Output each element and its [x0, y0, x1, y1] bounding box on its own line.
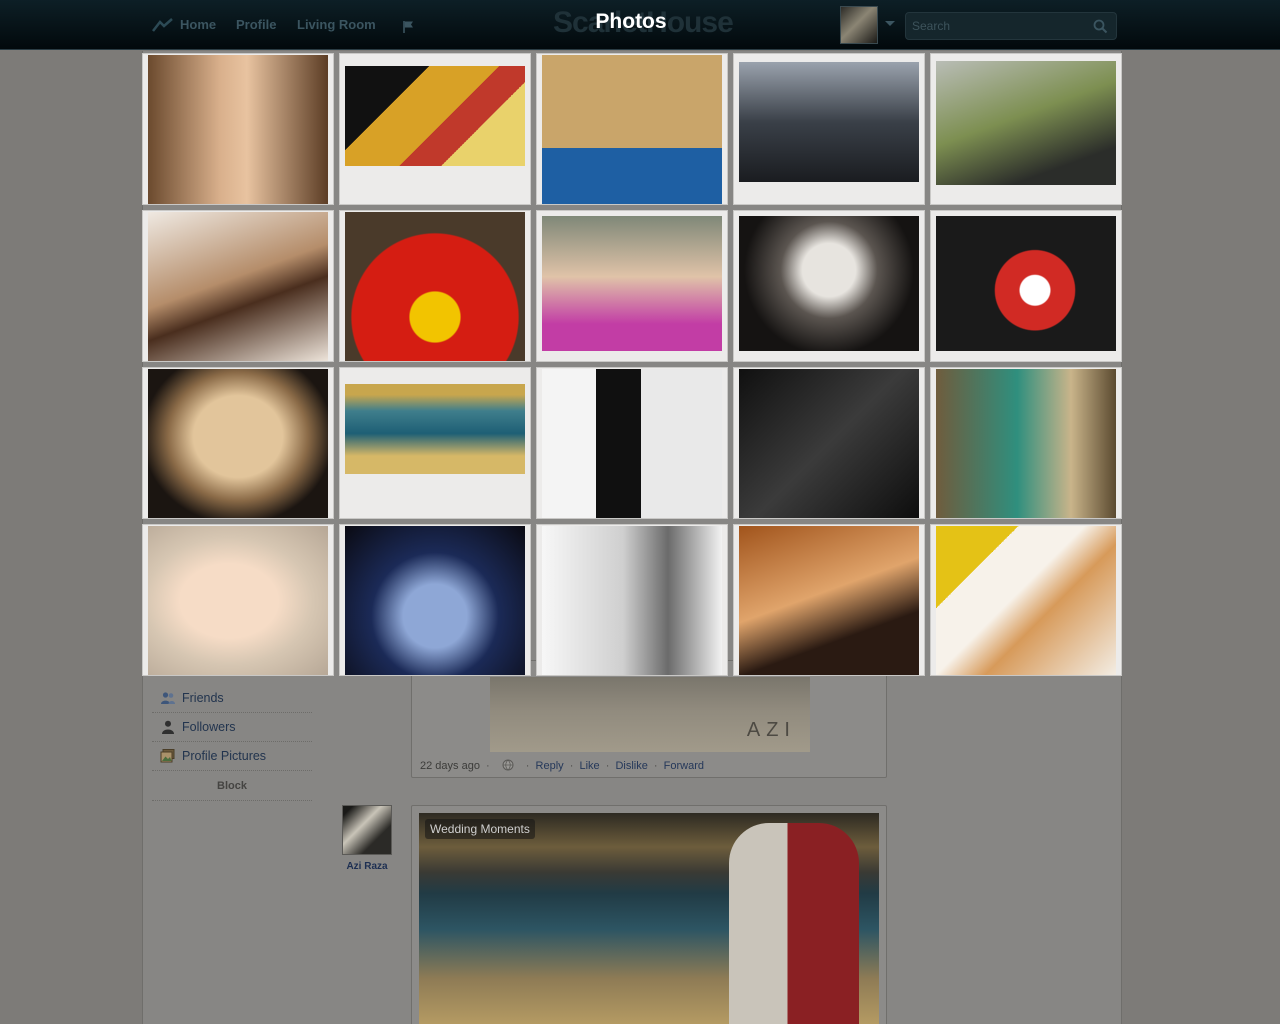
- photo-image: [148, 526, 328, 675]
- photo-thumbnail-woman-profile-white[interactable]: [536, 524, 728, 676]
- followers-icon: [160, 719, 176, 735]
- feed-post: AZI 22 days ago · · Reply · Like · Disli…: [411, 660, 887, 778]
- photo-thumbnail-hands-lighter[interactable]: [733, 53, 925, 205]
- photo-thumbnail-woman-face-sepia[interactable]: [142, 367, 334, 519]
- flag-icon[interactable]: [401, 19, 417, 35]
- photo-thumbnail-portrait-brunette[interactable]: [142, 53, 334, 205]
- photo-thumbnail-veil-portrait[interactable]: [142, 524, 334, 676]
- photo-image: [542, 55, 722, 204]
- photo-thumbnail-heels-gold[interactable]: [733, 524, 925, 676]
- sidebar-item-friends[interactable]: Friends: [152, 684, 312, 713]
- globe-icon[interactable]: [502, 759, 514, 771]
- photo-image: [936, 61, 1116, 185]
- photo-thumbnail-fashion-bw[interactable]: [536, 367, 728, 519]
- photo-image: [936, 216, 1116, 351]
- photo-image: [739, 369, 919, 518]
- album-tag[interactable]: Wedding Moments: [425, 819, 535, 839]
- profile-pictures-icon: [160, 748, 176, 764]
- photo-thumbnail-ferrari-logo[interactable]: [339, 210, 531, 362]
- sidebar-item-profile-pictures[interactable]: Profile Pictures: [152, 742, 312, 771]
- photo-image: [936, 526, 1116, 675]
- post-photo[interactable]: Wedding Moments: [419, 813, 879, 1024]
- photo-thumbnail-ferrari-world-sign[interactable]: [930, 210, 1122, 362]
- search-icon[interactable]: [1093, 19, 1108, 34]
- photo-image: [739, 526, 919, 675]
- photo-image: [148, 369, 328, 518]
- photo-image: [148, 55, 328, 204]
- chevron-down-icon[interactable]: [885, 21, 895, 26]
- photo-thumbnail-canopy-night[interactable]: [733, 210, 925, 362]
- nav-link-home[interactable]: Home: [180, 17, 216, 32]
- photo-thumbnail-camera-green[interactable]: [930, 53, 1122, 205]
- photo-thumbnail-cookie-faces[interactable]: [536, 53, 728, 205]
- photo-image: [936, 369, 1116, 518]
- site-logo-icon[interactable]: [152, 17, 174, 33]
- post-photo[interactable]: AZI: [490, 677, 810, 752]
- photo-subject: [729, 823, 859, 1024]
- search-input[interactable]: [912, 17, 1082, 35]
- sidebar-item-label: Friends: [182, 691, 224, 705]
- photo-image: [542, 526, 722, 675]
- photo-image: [542, 369, 722, 518]
- post-timestamp: 22 days ago: [420, 760, 480, 772]
- sidebar-item-followers[interactable]: Followers: [152, 713, 312, 742]
- photo-thumbnail-girl-funny-face[interactable]: [536, 210, 728, 362]
- search-box: [905, 12, 1117, 40]
- photo-thumbnail-wedding-beach[interactable]: [339, 367, 531, 519]
- author-avatar[interactable]: [342, 805, 392, 855]
- photo-image: [739, 216, 919, 351]
- photo-image: [739, 62, 919, 182]
- nav-link-living-room[interactable]: Living Room: [297, 17, 376, 32]
- profile-sidebar: Friends Followers Profile Pictures Block: [152, 684, 312, 801]
- photo-thumbnail-yellow-makeup[interactable]: [930, 524, 1122, 676]
- feed-post: Wedding Moments: [411, 805, 887, 1024]
- photo-image: [345, 526, 525, 675]
- block-user-button[interactable]: Block: [152, 771, 312, 801]
- photo-watermark: AZI: [746, 719, 796, 741]
- photo-thumbnail-blue-headdress[interactable]: [339, 524, 531, 676]
- nav-link-profile[interactable]: Profile: [236, 17, 276, 32]
- post-meta-bar: 22 days ago · · Reply · Like · Dislike ·…: [420, 759, 704, 772]
- friends-icon: [160, 690, 176, 706]
- top-navigation-bar: Home Profile Living Room ScarletHouse Ph…: [0, 0, 1280, 50]
- user-avatar[interactable]: [840, 6, 878, 44]
- photo-grid: [142, 53, 1122, 676]
- reply-link[interactable]: Reply: [536, 760, 564, 772]
- photo-thumbnail-stationery-calculator[interactable]: [339, 53, 531, 205]
- photo-thumbnail-tiramisu-dessert[interactable]: [142, 210, 334, 362]
- photo-image: [148, 212, 328, 361]
- photo-thumbnail-dark-branches[interactable]: [733, 367, 925, 519]
- forward-link[interactable]: Forward: [664, 760, 704, 772]
- page-title: Photos: [595, 10, 667, 33]
- photo-image: [345, 66, 525, 166]
- sidebar-item-label: Profile Pictures: [182, 749, 267, 763]
- photo-thumbnail-green-gown[interactable]: [930, 367, 1122, 519]
- like-link[interactable]: Like: [579, 760, 599, 772]
- photo-image: [345, 384, 525, 474]
- photo-image: [345, 212, 525, 361]
- author-name-link[interactable]: Azi Raza: [342, 861, 392, 872]
- dislike-link[interactable]: Dislike: [615, 760, 647, 772]
- photo-image: [542, 216, 722, 351]
- sidebar-item-label: Followers: [182, 720, 236, 734]
